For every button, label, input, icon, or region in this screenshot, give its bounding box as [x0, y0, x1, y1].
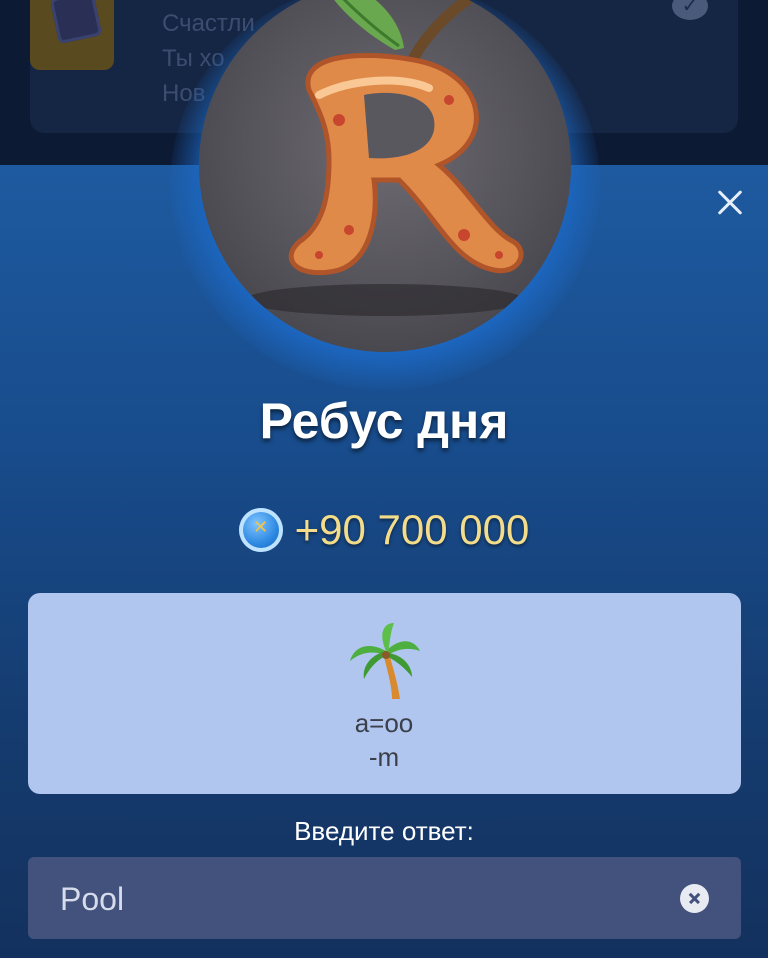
answer-label: Введите ответ: — [294, 816, 474, 846]
reward-amount: +90 700 000 — [294, 506, 530, 553]
coin-icon: ✕ — [238, 508, 283, 552]
answer-input[interactable] — [58, 857, 662, 941]
modal-title: Ребус дня — [259, 393, 509, 449]
briefcase-icon — [30, 0, 114, 70]
palm-tree-icon — [350, 623, 420, 699]
puzzle-clue-line: а=оо — [354, 708, 414, 738]
clear-input-button[interactable] — [680, 884, 709, 913]
answer-field[interactable] — [28, 857, 741, 941]
reward-row: ✕ +90 700 000 — [0, 505, 768, 555]
close-button[interactable] — [708, 183, 752, 223]
puzzle-clue-line: -m — [368, 742, 400, 772]
